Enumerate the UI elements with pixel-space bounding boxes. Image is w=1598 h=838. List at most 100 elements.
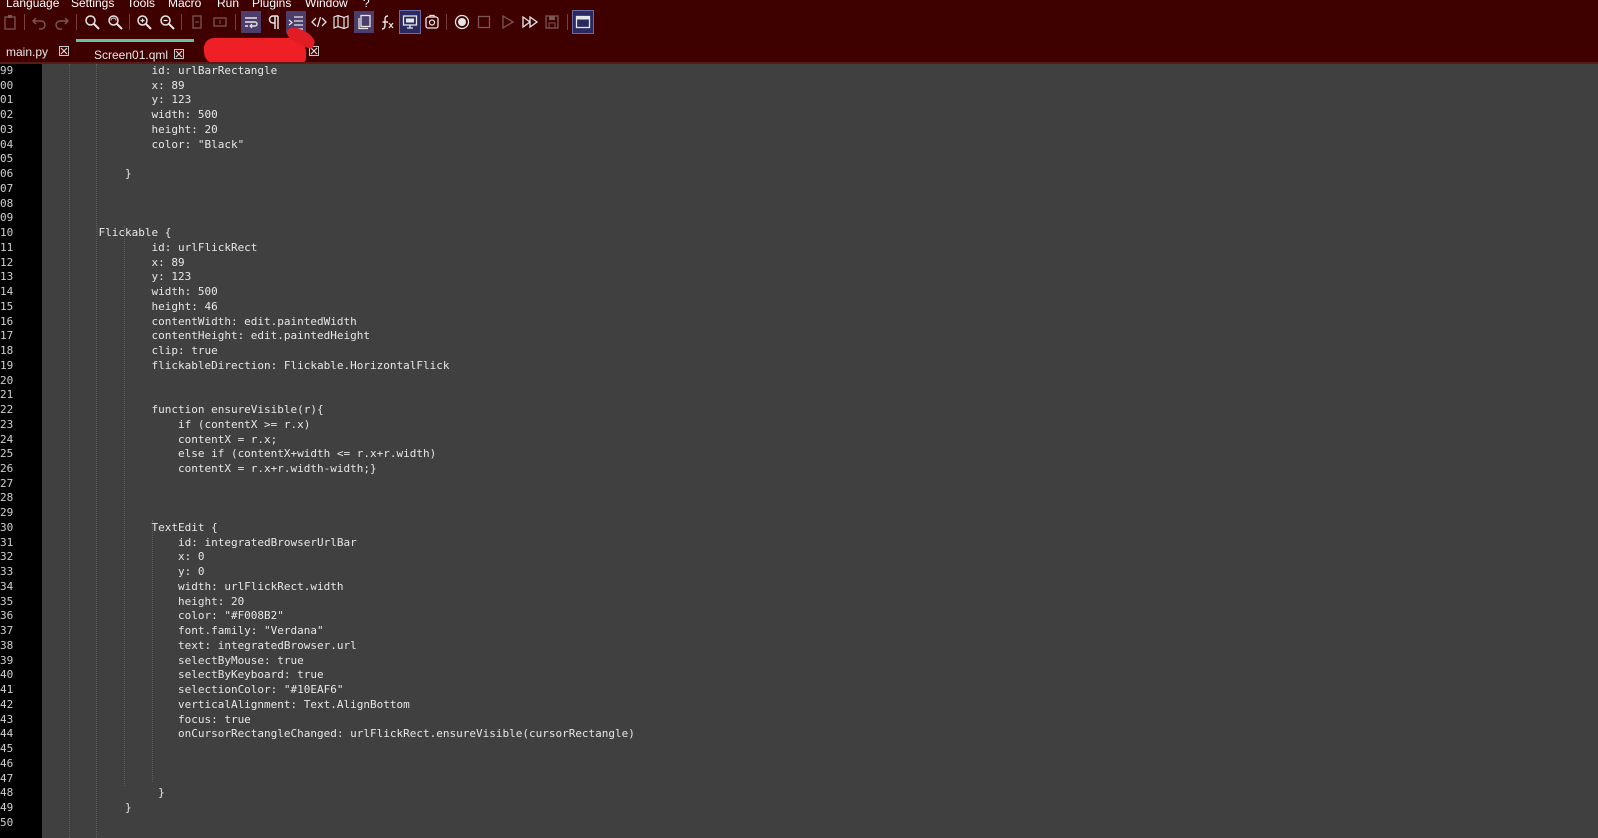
menu-plugins[interactable]: Plugins xyxy=(252,0,291,10)
line-number: 49 xyxy=(0,801,14,814)
code-line[interactable]: height: 20 xyxy=(72,122,217,137)
code-line[interactable]: height: 20 xyxy=(72,594,244,609)
toolbar-separator xyxy=(181,14,182,30)
code-line[interactable]: selectionColor: "#10EAF6" xyxy=(72,682,344,697)
menu-help[interactable]: ? xyxy=(363,0,370,10)
undo-button[interactable] xyxy=(29,11,49,33)
line-number: 00 xyxy=(0,79,14,92)
code-line[interactable]: width: 500 xyxy=(72,284,217,299)
toolbar-separator xyxy=(76,14,77,30)
code-line[interactable]: focus: true xyxy=(72,712,251,727)
show-all-characters-button[interactable] xyxy=(264,11,284,33)
line-number: 16 xyxy=(0,315,14,328)
line-number: 29 xyxy=(0,506,14,519)
line-number: 07 xyxy=(0,182,14,195)
code-line[interactable]: contentHeight: edit.paintedHeight xyxy=(72,328,370,343)
code-line[interactable]: selectByKeyboard: true xyxy=(72,667,324,682)
code-line[interactable]: x: 0 xyxy=(72,549,205,564)
stop-recording-button[interactable] xyxy=(474,11,494,33)
monitoring-button[interactable] xyxy=(399,10,421,34)
code-line[interactable]: height: 46 xyxy=(72,299,217,314)
menu-window[interactable]: Window xyxy=(305,0,348,10)
code-line[interactable]: } xyxy=(72,785,165,800)
sync-vertical-scroll-button[interactable] xyxy=(187,11,207,33)
code-line[interactable]: text: integratedBrowser.url xyxy=(72,638,357,653)
code-line[interactable]: clip: true xyxy=(72,343,217,358)
code-line[interactable]: width: 500 xyxy=(72,107,217,122)
run-multiple-icon xyxy=(522,15,538,29)
line-number: 27 xyxy=(0,477,14,490)
code-line[interactable]: color: "Black" xyxy=(72,137,244,152)
line-number: 25 xyxy=(0,447,14,460)
code-line[interactable]: TextEdit { xyxy=(72,520,217,535)
redo-button[interactable] xyxy=(52,11,72,33)
menu-tools[interactable]: Tools xyxy=(127,0,155,10)
menu-run[interactable]: Run xyxy=(217,0,239,10)
zoom-in-button[interactable] xyxy=(134,11,154,33)
code-line[interactable]: contentX = r.x+r.width-width;} xyxy=(72,461,377,476)
code-line[interactable]: id: urlBarRectangle xyxy=(72,63,277,78)
code-line[interactable]: } xyxy=(72,800,132,815)
line-number: 04 xyxy=(0,138,14,151)
line-number: 08 xyxy=(0,197,14,210)
find-button[interactable] xyxy=(82,11,102,33)
close-icon xyxy=(60,47,68,55)
code-line[interactable]: if (contentX >= r.x) xyxy=(72,417,310,432)
tab-close-button[interactable] xyxy=(174,49,184,59)
toolbar-separator xyxy=(567,14,568,30)
line-number: 10 xyxy=(0,226,14,239)
replace-button[interactable] xyxy=(105,11,125,33)
sync-horizontal-scroll-button[interactable] xyxy=(210,11,230,33)
code-line[interactable]: width: urlFlickRect.width xyxy=(72,579,344,594)
line-number: 20 xyxy=(0,374,14,387)
distraction-free-button[interactable] xyxy=(572,10,594,34)
xml-tag-button[interactable] xyxy=(309,11,329,33)
paste-button[interactable] xyxy=(0,11,20,33)
run-macro-multiple-button[interactable] xyxy=(520,11,540,33)
code-line[interactable]: Flickable { xyxy=(72,225,171,240)
line-number: 05 xyxy=(0,152,14,165)
record-macro-button[interactable] xyxy=(452,11,472,33)
code-line[interactable]: x: 89 xyxy=(72,255,184,270)
line-number: 38 xyxy=(0,639,14,652)
word-wrap-button[interactable] xyxy=(241,11,261,33)
code-line[interactable]: function ensureVisible(r){ xyxy=(72,402,323,417)
function-list-button[interactable] xyxy=(377,11,397,33)
code-line[interactable]: y: 0 xyxy=(72,564,205,579)
code-line[interactable]: flickableDirection: Flickable.Horizontal… xyxy=(72,358,449,373)
tab-close-button[interactable] xyxy=(59,46,69,56)
menu-language[interactable]: Language xyxy=(6,0,59,10)
code-line[interactable]: id: integratedBrowserUrlBar xyxy=(72,535,357,550)
code-line[interactable]: verticalAlignment: Text.AlignBottom xyxy=(72,697,410,712)
indent-guide xyxy=(69,64,70,838)
code-line[interactable]: id: urlFlickRect xyxy=(72,240,257,255)
code-line[interactable]: contentWidth: edit.paintedWidth xyxy=(72,314,356,329)
code-line[interactable]: y: 123 xyxy=(72,269,191,284)
line-number: 28 xyxy=(0,491,14,504)
code-line[interactable]: y: 123 xyxy=(72,92,191,107)
code-line[interactable]: contentX = r.x; xyxy=(72,432,277,447)
playback-button[interactable] xyxy=(497,11,517,33)
toolbar xyxy=(0,10,620,35)
zoom-out-button[interactable] xyxy=(157,11,177,33)
code-line[interactable]: else if (contentX+width <= r.x+r.width) xyxy=(72,446,436,461)
save-macro-icon xyxy=(545,15,559,29)
code-line[interactable]: x: 89 xyxy=(72,78,184,93)
document-map-button[interactable] xyxy=(331,11,351,33)
folder-as-workspace-button[interactable] xyxy=(422,11,442,33)
save-macro-button[interactable] xyxy=(542,11,562,33)
code-line[interactable]: } xyxy=(72,166,132,181)
menu-settings[interactable]: Settings xyxy=(71,0,114,10)
line-number: 48 xyxy=(0,786,14,799)
code-line[interactable]: onCursorRectangleChanged: urlFlickRect.e… xyxy=(72,726,635,741)
code-line[interactable]: color: "#F008B2" xyxy=(72,608,284,623)
code-line[interactable]: selectByMouse: true xyxy=(72,653,304,668)
line-number: 19 xyxy=(0,359,14,372)
line-number: 09 xyxy=(0,211,14,224)
line-number: 02 xyxy=(0,108,14,121)
toolbar-separator xyxy=(129,14,130,30)
document-list-button[interactable] xyxy=(354,11,374,33)
tab-main-py[interactable]: main.py xyxy=(0,42,76,62)
code-line[interactable]: font.family: "Verdana" xyxy=(72,623,324,638)
menu-macro[interactable]: Macro xyxy=(168,0,201,10)
